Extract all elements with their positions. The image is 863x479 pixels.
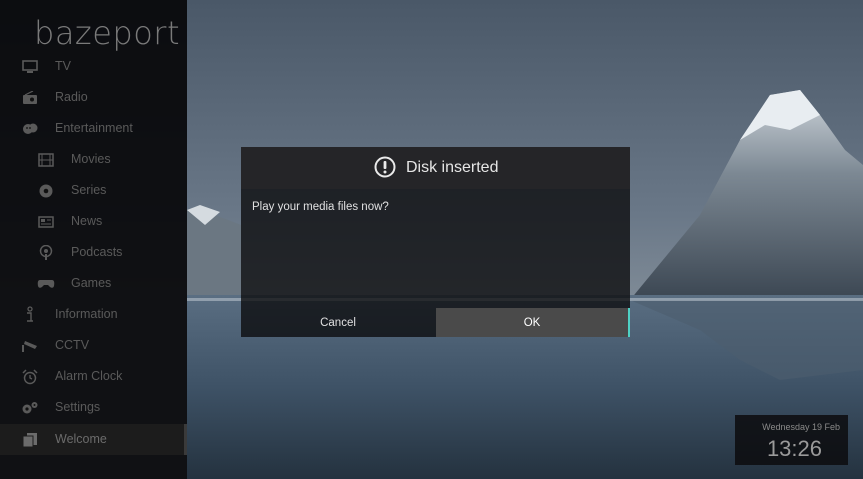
dialog-title: Disk inserted: [406, 159, 499, 176]
clock-time: 13:26: [766, 436, 822, 461]
sidebar-item-label: Series: [71, 183, 107, 197]
sidebar-item-label: News: [71, 214, 103, 228]
sidebar-item-label: Radio: [55, 90, 88, 104]
clock-date: Wednesday 19 Feb: [762, 422, 840, 432]
entertainment-icon: [21, 120, 39, 138]
tv-icon: [21, 58, 39, 76]
sidebar-item-label: Settings: [55, 400, 101, 414]
film-icon: [37, 151, 55, 169]
info-icon: [21, 306, 39, 324]
welcome-icon: [21, 431, 39, 449]
dialog-header: Disk inserted: [241, 147, 630, 189]
dialog-message: Play your media files now?: [252, 201, 389, 213]
cancel-button[interactable]: Cancel: [241, 308, 435, 337]
bazeport-logo: bazeport: [34, 14, 180, 52]
settings-icon: [21, 399, 39, 417]
news-icon: [37, 213, 55, 231]
sidebar-item-radio[interactable]: Radio: [0, 82, 187, 113]
sidebar-item-label: Entertainment: [55, 121, 133, 135]
sidebar-item-cctv[interactable]: CCTV: [0, 330, 187, 361]
sidebar-item-tv[interactable]: TV: [0, 51, 187, 82]
clock-widget: Wednesday 19 Feb 13:26: [735, 415, 848, 465]
gamepad-icon: [37, 275, 55, 293]
radio-icon: [21, 89, 39, 107]
cctv-icon: [21, 337, 39, 355]
sidebar: bazeport TV Radio Entertainment Movies S…: [0, 0, 187, 479]
alert-icon: [374, 156, 396, 178]
alarm-clock-icon: [21, 368, 39, 386]
sidebar-item-entertainment[interactable]: Entertainment: [0, 113, 187, 144]
sidebar-item-games[interactable]: Games: [0, 268, 187, 299]
sidebar-item-information[interactable]: Information: [0, 299, 187, 330]
sidebar-item-podcasts[interactable]: Podcasts: [0, 237, 187, 268]
sidebar-item-movies[interactable]: Movies: [0, 144, 187, 175]
sidebar-item-alarm-clock[interactable]: Alarm Clock: [0, 361, 187, 392]
disk-inserted-dialog: Disk inserted Play your media files now?…: [241, 147, 630, 337]
sidebar-item-label: Welcome: [55, 432, 107, 446]
sidebar-item-settings[interactable]: Settings: [0, 392, 187, 423]
sidebar-item-label: Movies: [71, 152, 111, 166]
sidebar-item-news[interactable]: News: [0, 206, 187, 237]
sidebar-item-label: Games: [71, 276, 112, 290]
sidebar-item-label: CCTV: [55, 338, 90, 352]
sidebar-item-label: TV: [55, 59, 71, 73]
series-icon: [37, 182, 55, 200]
sidebar-item-label: Podcasts: [71, 245, 123, 259]
sidebar-item-series[interactable]: Series: [0, 175, 187, 206]
sidebar-item-label: Alarm Clock: [55, 369, 123, 383]
sidebar-item-welcome[interactable]: Welcome: [0, 424, 187, 455]
sidebar-item-label: Information: [55, 307, 118, 321]
ok-button[interactable]: OK: [436, 308, 630, 337]
podcast-icon: [37, 244, 55, 262]
